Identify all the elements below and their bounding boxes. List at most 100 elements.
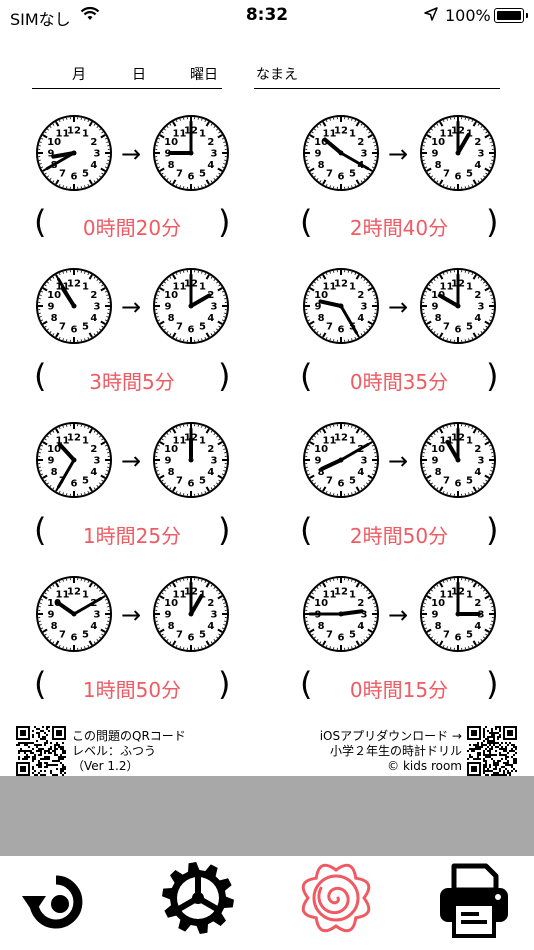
download-label: iOSアプリダウンロード → bbox=[319, 729, 462, 743]
clock-numeral: 2 bbox=[474, 137, 481, 148]
clock-numeral: 6 bbox=[455, 172, 462, 183]
clock-end: 123456789101112 bbox=[420, 268, 496, 344]
clock-numeral: 9 bbox=[432, 149, 439, 160]
clock-numeral: 2 bbox=[207, 598, 214, 609]
day-label: 日 bbox=[132, 67, 146, 83]
clock-start: 123456789101112 bbox=[36, 422, 112, 498]
undo-icon[interactable] bbox=[20, 866, 92, 938]
footer-left: この問題のQRコード レベル：ふつう （Ver 1.2） bbox=[72, 729, 186, 774]
clock-numeral: 7 bbox=[443, 321, 450, 332]
battery-percent: 100% bbox=[445, 6, 491, 25]
answer-text: 0時間15分 bbox=[349, 678, 449, 702]
clock-numeral: 8 bbox=[168, 621, 175, 632]
clock-numeral: 6 bbox=[455, 325, 462, 336]
clock-numeral: 1 bbox=[466, 590, 473, 601]
clock-numeral: 7 bbox=[443, 168, 450, 179]
clock-numeral: 5 bbox=[466, 475, 473, 486]
clock-numeral: 2 bbox=[474, 290, 481, 301]
clock-end: 123456789101112 bbox=[153, 268, 229, 344]
clock-numeral: 5 bbox=[82, 321, 89, 332]
clock-numeral: 1 bbox=[199, 129, 206, 140]
battery-tip bbox=[526, 13, 528, 18]
gear-icon[interactable] bbox=[158, 858, 238, 938]
clock-numeral: 7 bbox=[59, 629, 66, 640]
clock-numeral: 3 bbox=[211, 302, 218, 313]
clock-numeral: 6 bbox=[338, 172, 345, 183]
clock-numeral: 5 bbox=[349, 475, 356, 486]
clock-numeral: 1 bbox=[82, 436, 89, 447]
app-name-label: 小学２年生の時計ドリル bbox=[329, 744, 462, 758]
status-bar: SIMなし 8:32 100% bbox=[0, 0, 534, 32]
clock-numeral: 3 bbox=[361, 149, 368, 160]
clock-numeral: 7 bbox=[326, 475, 333, 486]
clock-numeral: 5 bbox=[349, 629, 356, 640]
clock-numeral: 12 bbox=[334, 433, 348, 444]
clock-numeral: 3 bbox=[211, 456, 218, 467]
clock-numeral: 6 bbox=[188, 172, 195, 183]
clock-numeral: 3 bbox=[478, 456, 485, 467]
clock-numeral: 3 bbox=[361, 456, 368, 467]
clock-numeral: 2 bbox=[207, 137, 214, 148]
clock-numeral: 5 bbox=[82, 629, 89, 640]
clock-numeral: 8 bbox=[318, 621, 325, 632]
answer-text: 3時間5分 bbox=[89, 370, 175, 394]
answer-text: 0時間20分 bbox=[82, 216, 182, 240]
clock-numeral: 4 bbox=[357, 467, 364, 478]
clock-numeral: 12 bbox=[67, 587, 81, 598]
clock-numeral: 5 bbox=[199, 168, 206, 179]
weekday-label: 曜日 bbox=[190, 67, 218, 83]
arrow-icon: → bbox=[121, 140, 142, 168]
clock-numeral: 6 bbox=[455, 479, 462, 490]
version-label: （Ver 1.2） bbox=[72, 759, 139, 773]
clock-numeral: 5 bbox=[199, 475, 206, 486]
arrow-icon: → bbox=[121, 601, 142, 629]
battery-icon bbox=[494, 8, 524, 23]
flower-icon[interactable] bbox=[296, 858, 376, 938]
clock-numeral: 4 bbox=[474, 621, 481, 632]
qr-caption: この問題のQRコード bbox=[72, 729, 186, 743]
clock-end: 123456789101112 bbox=[153, 422, 229, 498]
qr-code-problem[interactable] bbox=[16, 726, 66, 776]
clock-numeral: 3 bbox=[211, 610, 218, 621]
answer-text: 2時間40分 bbox=[349, 216, 449, 240]
clock-numeral: 5 bbox=[466, 321, 473, 332]
clock-numeral: 8 bbox=[51, 313, 58, 324]
clock-numeral: 4 bbox=[207, 313, 214, 324]
clock-numeral: 6 bbox=[71, 633, 78, 644]
clock-start: 123456789101112 bbox=[303, 422, 379, 498]
clock-numeral: 4 bbox=[357, 313, 364, 324]
printer-icon[interactable] bbox=[434, 860, 514, 940]
clock-numeral: 1 bbox=[349, 590, 356, 601]
answer-text: 1時間25分 bbox=[82, 524, 182, 548]
clock-start: 123456789101112 bbox=[303, 115, 379, 191]
month-label: 月 bbox=[72, 67, 86, 83]
clock-numeral: 8 bbox=[51, 621, 58, 632]
clock-numeral: 1 bbox=[349, 436, 356, 447]
clock-numeral: 9 bbox=[432, 302, 439, 313]
answer-text: 0時間35分 bbox=[349, 370, 449, 394]
arrow-icon: → bbox=[388, 293, 409, 321]
clock-numeral: 2 bbox=[474, 598, 481, 609]
clock-numeral: 3 bbox=[94, 610, 101, 621]
clock-numeral: 8 bbox=[435, 467, 442, 478]
clock-numeral: 1 bbox=[82, 590, 89, 601]
clock-numeral: 5 bbox=[466, 168, 473, 179]
arrow-icon: → bbox=[388, 601, 409, 629]
paren-close: ) bbox=[218, 203, 231, 241]
clock-numeral: 3 bbox=[478, 302, 485, 313]
clock-numeral: 9 bbox=[165, 456, 172, 467]
clock-numeral: 6 bbox=[71, 325, 78, 336]
gray-band bbox=[0, 776, 534, 856]
clock-numeral: 5 bbox=[199, 321, 206, 332]
paren-close: ) bbox=[486, 511, 499, 549]
clock-end: 123456789101112 bbox=[153, 576, 229, 652]
clock-numeral: 1 bbox=[466, 282, 473, 293]
arrow-icon: → bbox=[121, 293, 142, 321]
clock-numeral: 5 bbox=[466, 629, 473, 640]
qr-code-download[interactable] bbox=[467, 726, 517, 776]
clock-numeral: 7 bbox=[176, 168, 183, 179]
date-underline bbox=[32, 88, 222, 89]
level-label: レベル：ふつう bbox=[72, 744, 157, 758]
clock-numeral: 6 bbox=[188, 479, 195, 490]
paren-close: ) bbox=[218, 511, 231, 549]
